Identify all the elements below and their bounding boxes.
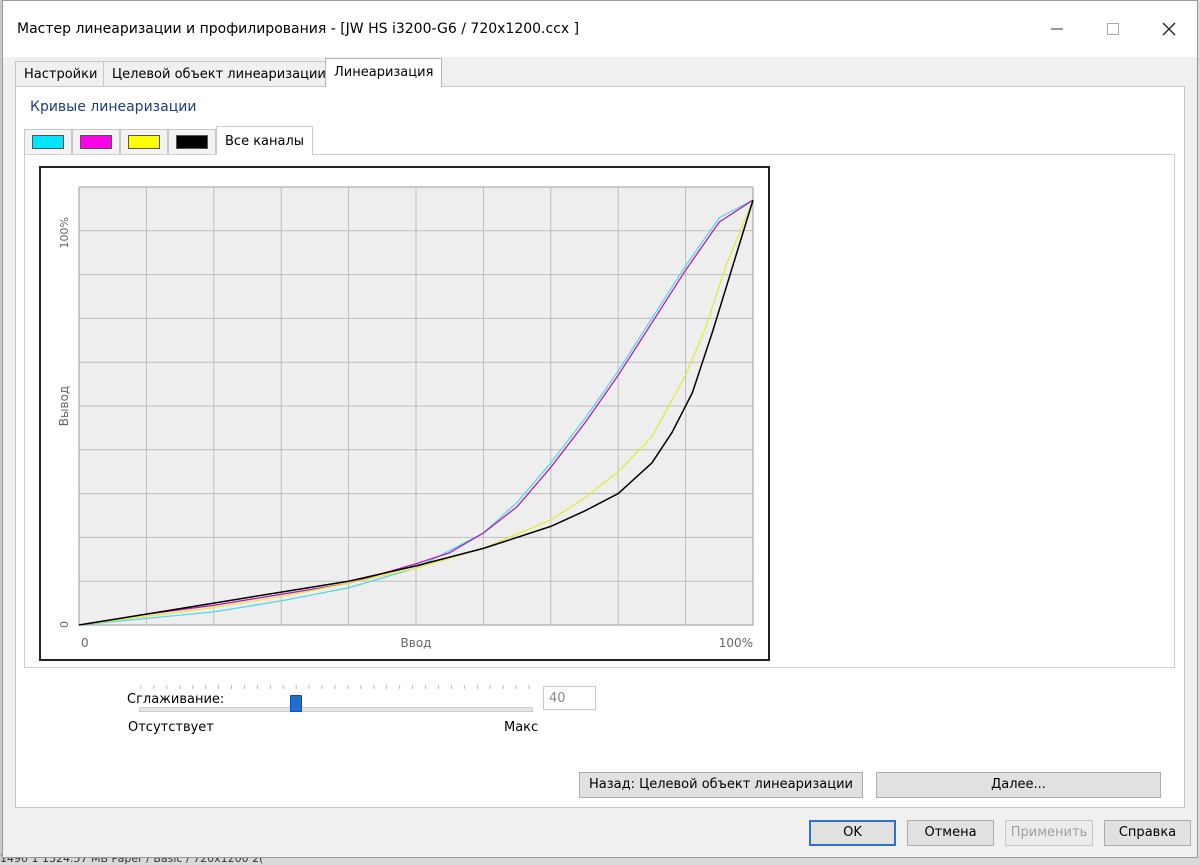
y-tick-label-0: 0 [58, 621, 71, 628]
cyan-swatch [32, 135, 64, 149]
smoothing-value-field[interactable]: 40 [543, 686, 596, 710]
help-button[interactable]: Справка [1104, 820, 1191, 846]
tab-linearization-target[interactable]: Целевой объект линеаризации [103, 61, 335, 86]
cancel-button[interactable]: Отмена [907, 820, 994, 846]
channel-tab-magenta[interactable] [72, 129, 120, 154]
ok-button[interactable]: OK [809, 820, 896, 846]
apply-button[interactable]: Применить [1005, 820, 1093, 846]
linearization-panel: Кривые линеаризации Все каналы 0 100% Вв… [15, 86, 1185, 808]
tab-settings[interactable]: Настройки [15, 61, 107, 86]
x-tick-label-0: 0 [81, 636, 89, 650]
title-bar: Мастер линеаризации и профилирования - [… [3, 1, 1197, 57]
linearization-chart: 0 100% Ввод 0 100% Вывод [57, 186, 754, 650]
minimize-button[interactable] [1029, 1, 1085, 57]
smoothing-min-label: Отсутствует [128, 720, 214, 735]
tab-linearization[interactable]: Линеаризация [325, 58, 443, 87]
y-tick-label-100: 100% [58, 217, 71, 248]
chart-frame: 0 100% Ввод 0 100% Вывод [39, 166, 770, 661]
window-title: Мастер линеаризации и профилирования - [… [17, 21, 580, 37]
slider-ticks [140, 685, 530, 689]
x-tick-label-100: 100% [719, 636, 753, 650]
slider-track[interactable] [139, 707, 533, 712]
smoothing-slider[interactable] [139, 684, 533, 714]
slider-thumb[interactable] [290, 695, 303, 712]
black-swatch [176, 135, 208, 149]
x-axis-label: Ввод [401, 636, 432, 650]
channel-tab-all[interactable]: Все каналы [216, 126, 314, 155]
maximize-button[interactable] [1085, 1, 1141, 57]
channel-tab-yellow[interactable] [120, 129, 168, 154]
yellow-swatch [128, 135, 160, 149]
smoothing-max-label: Макс [504, 720, 539, 735]
channel-panel: 0 100% Ввод 0 100% Вывод [24, 154, 1175, 668]
close-button[interactable] [1141, 1, 1197, 57]
chart-grid [78, 186, 754, 626]
y-axis-label: Вывод [57, 386, 71, 426]
next-button[interactable]: Далее... [876, 772, 1161, 798]
dialog-window: Мастер линеаризации и профилирования - [… [2, 0, 1198, 858]
minimize-icon [1051, 28, 1063, 30]
section-title: Кривые линеаризации [30, 99, 197, 115]
channel-tab-black[interactable] [168, 129, 216, 154]
maximize-icon [1107, 23, 1119, 35]
channel-tab-cyan[interactable] [24, 129, 72, 154]
close-icon [1162, 22, 1176, 36]
back-button[interactable]: Назад: Целевой объект линеаризации [579, 772, 863, 798]
magenta-swatch [80, 135, 112, 149]
